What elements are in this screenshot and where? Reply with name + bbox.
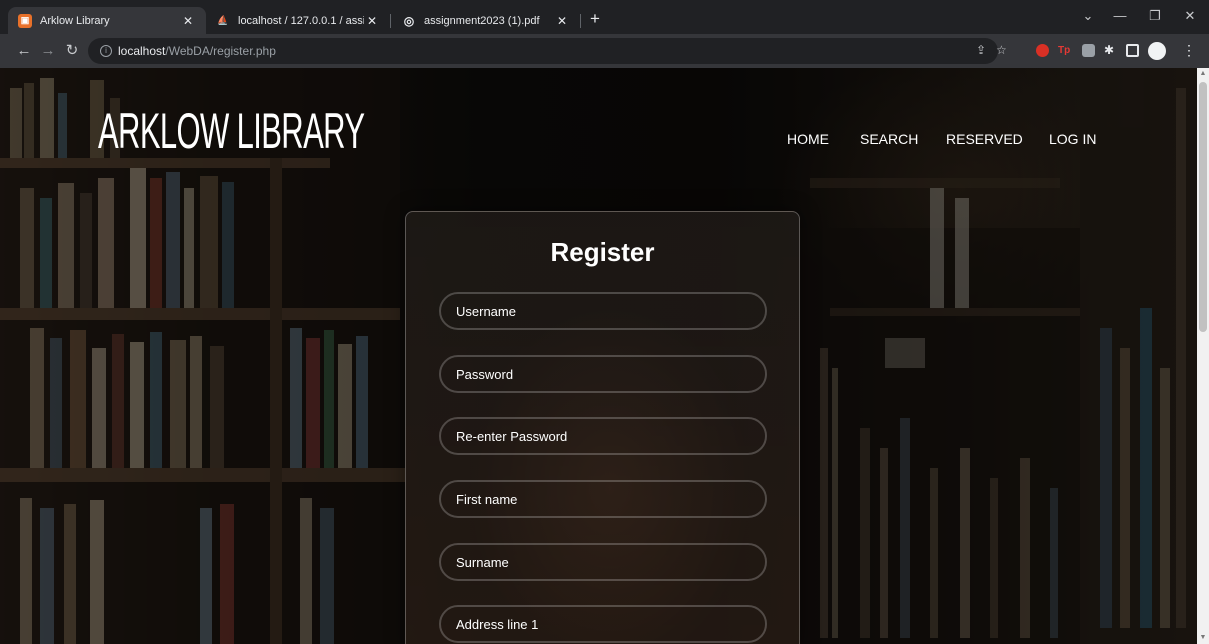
first-name-field[interactable] bbox=[439, 480, 767, 518]
page-scrollbar[interactable]: ▲ ▼ bbox=[1197, 68, 1209, 644]
nav-reserved[interactable]: RESERVED bbox=[946, 131, 1023, 147]
scroll-down-icon[interactable]: ▼ bbox=[1197, 632, 1209, 644]
browser-toolbar: ← → ↻ i localhost/WebDA/register.php ⇪ ☆… bbox=[0, 34, 1209, 68]
site-info-icon[interactable]: i bbox=[100, 45, 112, 57]
surname-field[interactable] bbox=[439, 543, 767, 581]
side-panel-icon[interactable] bbox=[1126, 44, 1139, 57]
url-path: /WebDA/register.php bbox=[165, 44, 276, 58]
extension-red-icon[interactable] bbox=[1036, 44, 1049, 57]
share-icon[interactable]: ⇪ bbox=[976, 43, 986, 57]
form-title: Register bbox=[550, 237, 655, 267]
close-icon[interactable]: ✕ bbox=[364, 14, 380, 28]
address-line-1-field[interactable] bbox=[439, 605, 767, 643]
profile-avatar-icon[interactable] bbox=[1148, 42, 1166, 60]
page-viewport: ARKLOW LIBRARY HOME SEARCH RESERVED LOG … bbox=[0, 68, 1197, 644]
extension-grey-icon[interactable] bbox=[1082, 44, 1095, 57]
tab-title: Arklow Library bbox=[40, 14, 110, 27]
extensions-puzzle-icon[interactable]: ✱ bbox=[1104, 44, 1117, 57]
scroll-up-icon[interactable]: ▲ bbox=[1197, 68, 1209, 80]
extension-tp-icon[interactable]: Tp bbox=[1058, 44, 1071, 57]
tab-arklow-library[interactable]: ▣ Arklow Library ✕ bbox=[8, 7, 206, 34]
tab-strip: ▣ Arklow Library ✕ ⛵ localhost / 127.0.0… bbox=[0, 0, 1209, 34]
site-logo[interactable]: ARKLOW LIBRARY bbox=[98, 102, 365, 160]
globe-icon: ◎ bbox=[403, 13, 415, 28]
nav-home[interactable]: HOME bbox=[787, 131, 829, 147]
tab-phpmyadmin[interactable]: ⛵ localhost / 127.0.0.1 / assignme ✕ bbox=[206, 7, 390, 34]
tab-search-icon[interactable]: ⌄ bbox=[1078, 8, 1098, 24]
nav-log-in[interactable]: LOG IN bbox=[1049, 131, 1096, 147]
tab-separator bbox=[580, 14, 581, 28]
bookmark-star-icon[interactable]: ☆ bbox=[996, 43, 1007, 57]
nav-search[interactable]: SEARCH bbox=[860, 131, 918, 147]
tab-pdf[interactable]: ◎ assignment2023 (1).pdf ✕ bbox=[392, 7, 580, 34]
close-icon[interactable]: ✕ bbox=[554, 14, 570, 28]
close-window-icon[interactable]: ✕ bbox=[1180, 8, 1200, 24]
tab-title: localhost / 127.0.0.1 / assignme bbox=[238, 14, 364, 27]
forward-icon[interactable]: → bbox=[38, 41, 58, 61]
scroll-thumb[interactable] bbox=[1199, 82, 1207, 332]
library-favicon-icon: ▣ bbox=[18, 13, 32, 28]
new-tab-button[interactable]: + bbox=[584, 9, 606, 31]
tab-title: assignment2023 (1).pdf bbox=[424, 14, 540, 27]
back-icon[interactable]: ← bbox=[14, 41, 34, 61]
minimize-icon[interactable]: — bbox=[1110, 8, 1130, 23]
reload-icon[interactable]: ↻ bbox=[62, 41, 82, 61]
menu-kebab-icon[interactable]: ⋮ bbox=[1182, 43, 1196, 57]
phpmyadmin-icon: ⛵ bbox=[217, 15, 229, 25]
address-bar[interactable]: i localhost/WebDA/register.php ⇪ ☆ bbox=[88, 38, 1007, 64]
username-field[interactable] bbox=[439, 292, 767, 330]
password-field[interactable] bbox=[439, 355, 767, 393]
restore-icon[interactable]: ❐ bbox=[1145, 8, 1165, 24]
url-host: localhost bbox=[118, 44, 166, 58]
register-form: Register bbox=[405, 211, 800, 644]
close-icon[interactable]: ✕ bbox=[180, 14, 196, 28]
reenter-password-field[interactable] bbox=[439, 417, 767, 455]
tab-separator bbox=[390, 14, 391, 28]
